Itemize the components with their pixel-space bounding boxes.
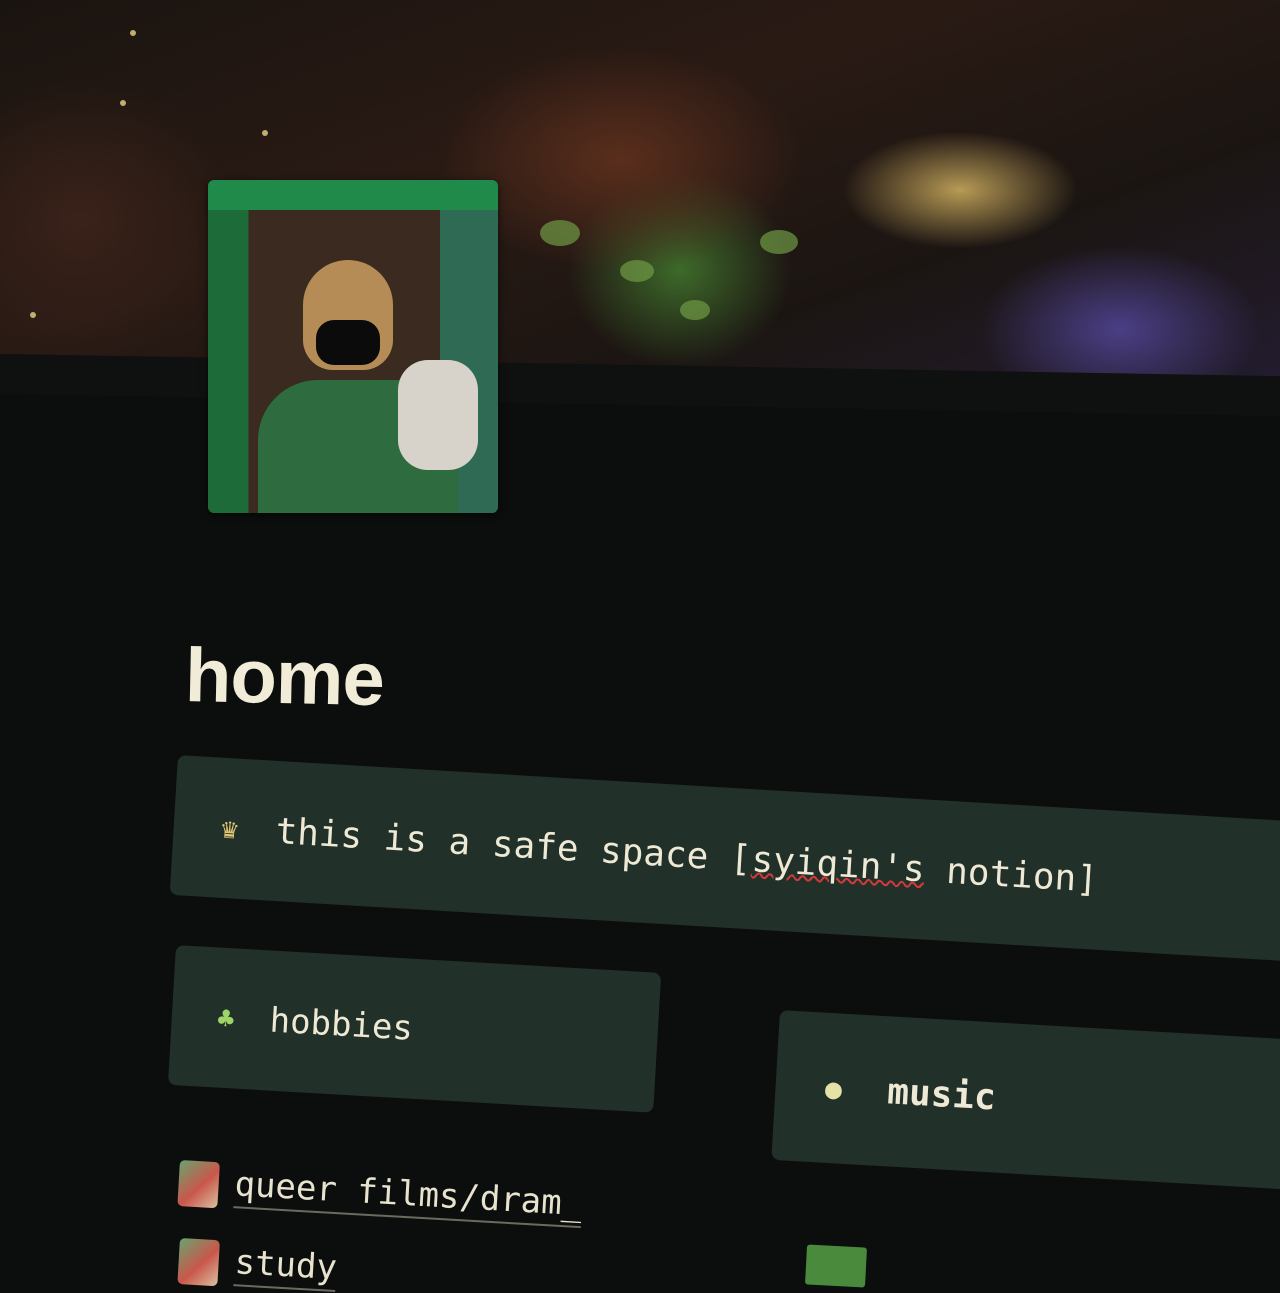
crown-icon: ♛ — [220, 811, 240, 846]
page-title[interactable]: home — [184, 632, 384, 723]
cactus-icon: ♣ — [216, 1001, 236, 1035]
callout-music[interactable]: ● music — [771, 1010, 1280, 1190]
page-icon-avatar[interactable] — [208, 180, 498, 513]
page-link-label: queer films/dram_ — [233, 1164, 583, 1229]
music-embed-image[interactable] — [804, 1244, 868, 1288]
page-link-study[interactable]: study — [177, 1238, 339, 1293]
page-link-queer-films[interactable]: queer films/dram_ — [177, 1160, 583, 1229]
frog-icon: ● — [824, 1071, 843, 1106]
page-link-label: study — [233, 1242, 339, 1293]
callout-safe-space-text: this is a safe space [syiqin's notion] — [274, 810, 1100, 901]
callout-safe-space[interactable]: ♛ this is a safe space [syiqin's notion] — [169, 755, 1280, 963]
misspelled-word: syiqin's — [750, 838, 926, 890]
callout-music-label: music — [886, 1070, 997, 1119]
cover-image[interactable] — [0, 0, 1280, 390]
callout-hobbies[interactable]: ♣ hobbies — [167, 945, 662, 1113]
page-link-thumbnail — [177, 1238, 220, 1287]
page-link-thumbnail — [177, 1160, 220, 1209]
callout-hobbies-label: hobbies — [268, 1000, 415, 1049]
